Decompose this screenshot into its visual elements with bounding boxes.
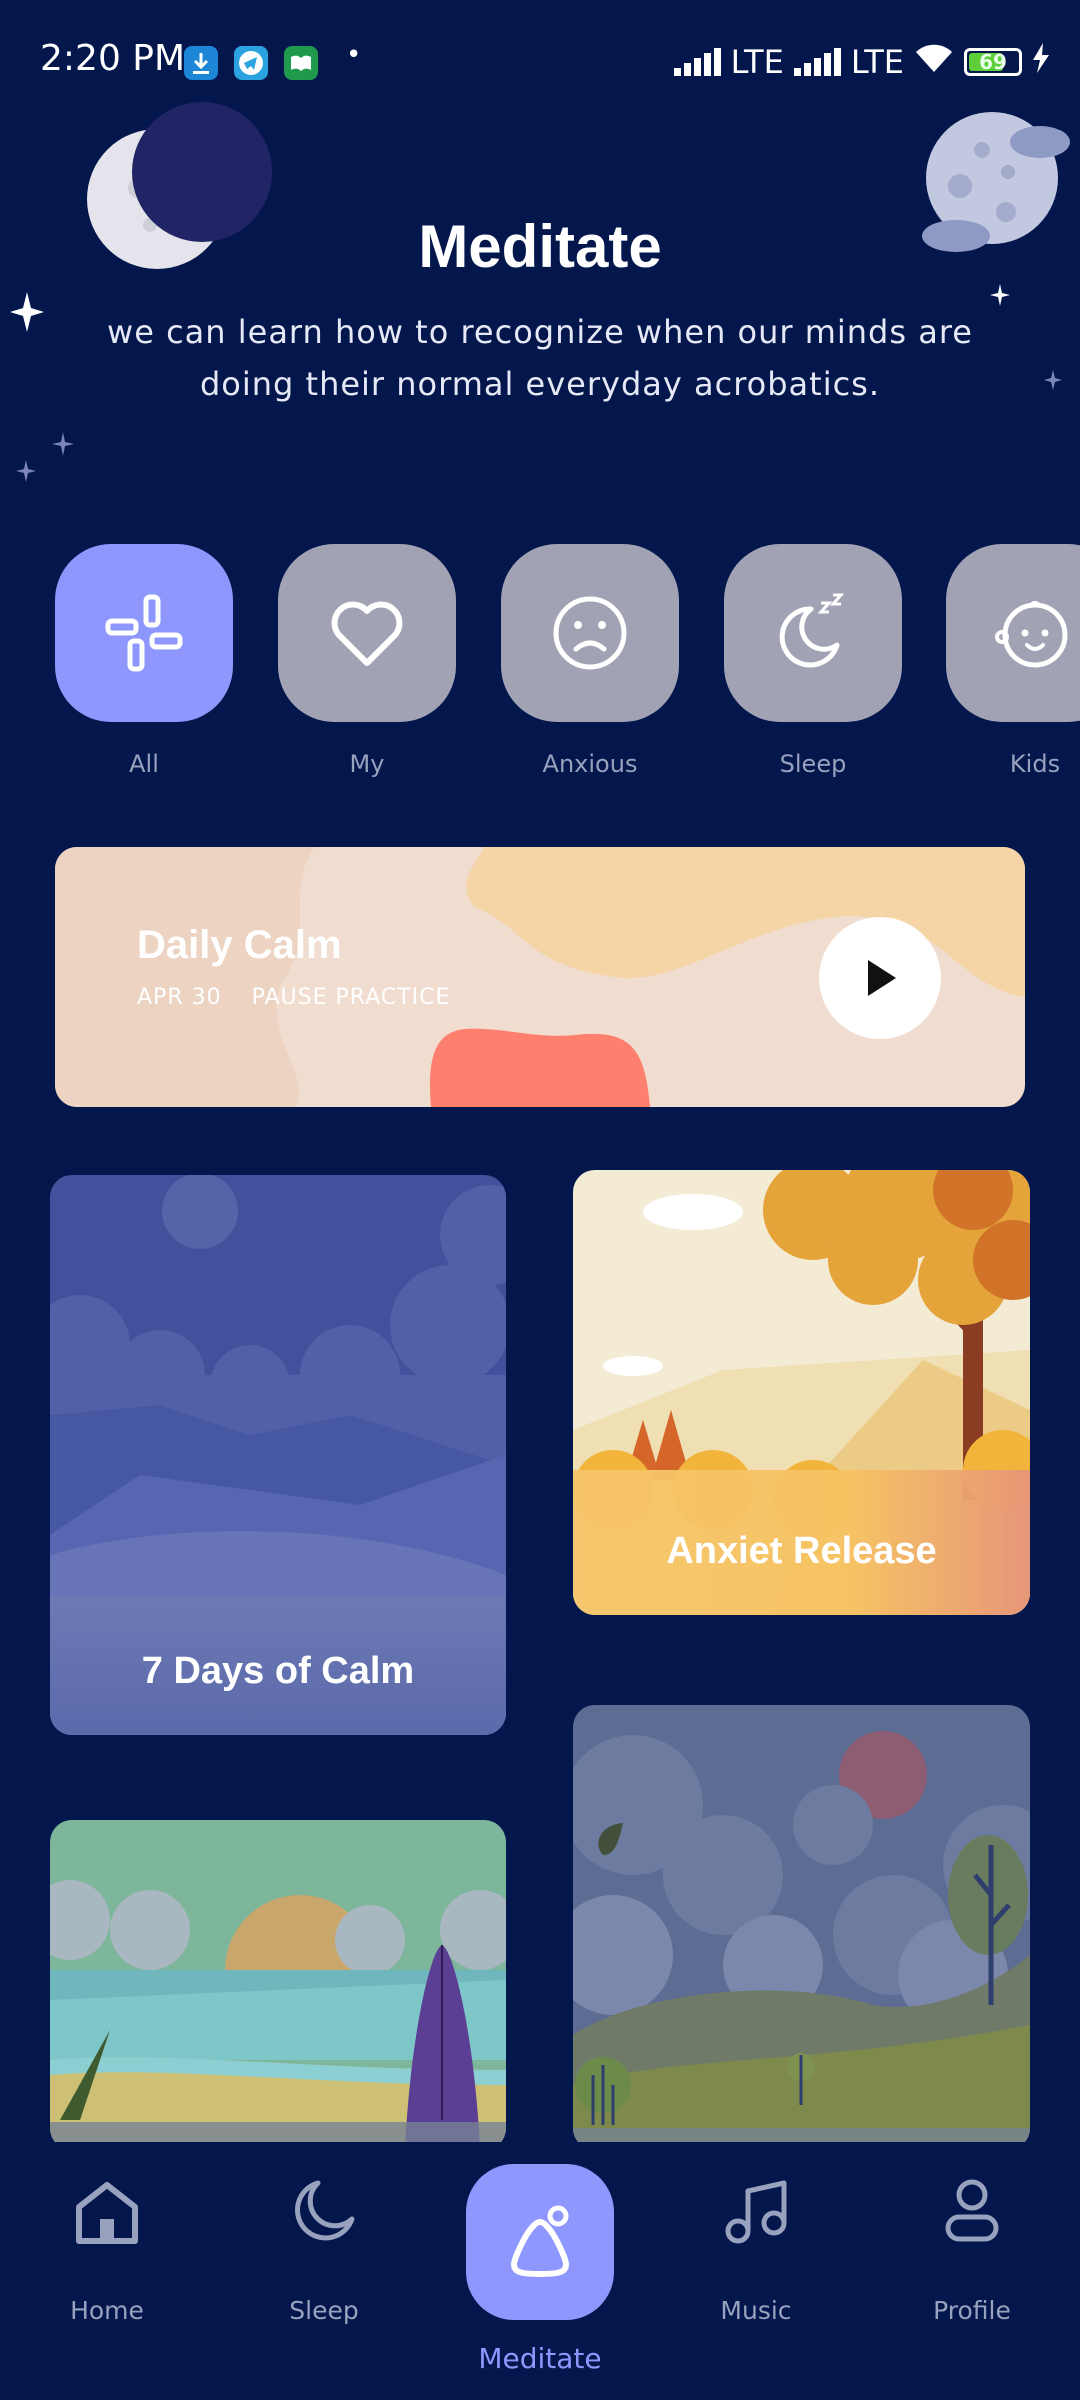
status-indicators: LTE LTE 69 xyxy=(673,40,1050,84)
star-decoration xyxy=(1044,370,1062,390)
book-notification-icon xyxy=(284,46,318,80)
daily-calm-date: APR 30 xyxy=(137,985,222,1010)
baby-face-icon xyxy=(995,601,1068,668)
daily-calm-meta: APR 30 PAUSE PRACTICE xyxy=(137,985,450,1010)
signal-icon-2 xyxy=(793,48,841,76)
wifi-icon xyxy=(914,42,954,82)
star-decoration xyxy=(16,460,36,482)
nav-home-label: Home xyxy=(70,2296,144,2325)
category-label: Anxious xyxy=(542,750,638,778)
star-decoration xyxy=(10,292,44,332)
category-all[interactable]: All xyxy=(55,544,233,778)
star-decoration xyxy=(52,432,74,456)
nav-profile-label: Profile xyxy=(933,2296,1011,2325)
page-subtitle: we can learn how to recognize when our m… xyxy=(107,313,973,403)
moon-icon xyxy=(279,2166,369,2256)
status-time: 2:20 PM xyxy=(40,38,186,79)
category-button[interactable] xyxy=(724,544,902,722)
category-label: Sleep xyxy=(779,750,847,778)
download-notification-icon xyxy=(184,46,218,80)
category-button[interactable] xyxy=(501,544,679,722)
category-label: My xyxy=(349,750,385,778)
nav-meditate[interactable] xyxy=(466,2164,614,2320)
music-icon xyxy=(711,2166,801,2256)
notification-dot: • xyxy=(346,40,362,70)
category-my[interactable]: My xyxy=(278,544,456,778)
category-button[interactable] xyxy=(55,544,233,722)
daily-calm-subtitle: PAUSE PRACTICE xyxy=(251,985,451,1010)
moon-zzz-icon xyxy=(779,593,845,668)
telegram-notification-icon xyxy=(234,46,268,80)
course-card-beach[interactable] xyxy=(50,1820,506,2150)
category-button[interactable] xyxy=(278,544,456,722)
course-card-7-days[interactable]: 7 Days of Calm xyxy=(50,1175,506,1735)
battery-icon: 69 xyxy=(964,48,1022,76)
sad-face-icon xyxy=(553,596,627,670)
home-icon xyxy=(62,2166,152,2256)
heart-icon xyxy=(331,601,403,666)
charging-icon xyxy=(1032,43,1050,81)
network-type-1: LTE xyxy=(730,43,784,81)
nav-home[interactable]: Home xyxy=(7,2166,207,2325)
play-icon xyxy=(868,960,896,996)
category-sleep[interactable]: Sleep xyxy=(724,544,902,778)
card-title: 7 Days of Calm xyxy=(141,1650,415,1692)
page-title: Meditate xyxy=(418,213,662,280)
card-illustration xyxy=(50,1820,506,2150)
profile-icon xyxy=(927,2166,1017,2256)
course-card-forest[interactable] xyxy=(573,1705,1030,2150)
category-button[interactable] xyxy=(946,544,1080,722)
star-decoration xyxy=(990,284,1010,306)
category-kids[interactable]: Kids xyxy=(946,544,1080,778)
network-type-2: LTE xyxy=(850,43,904,81)
nav-music-label: Music xyxy=(720,2296,792,2325)
category-anxious[interactable]: Anxious xyxy=(501,544,679,778)
nav-sleep[interactable]: Sleep xyxy=(224,2166,424,2325)
card-illustration xyxy=(573,1705,1030,2150)
nav-music[interactable]: Music xyxy=(656,2166,856,2325)
nav-profile[interactable]: Profile xyxy=(872,2166,1072,2325)
category-label: All xyxy=(129,750,159,778)
card-title: Anxiet Release xyxy=(666,1530,937,1572)
meditate-icon xyxy=(511,2205,569,2277)
daily-calm-title: Daily Calm xyxy=(137,923,342,967)
daily-calm-card[interactable]: Daily Calm APR 30 PAUSE PRACTICE xyxy=(55,847,1025,1107)
signal-icon xyxy=(673,48,721,76)
grid-icon xyxy=(105,594,183,672)
nav-sleep-label: Sleep xyxy=(289,2296,359,2325)
nav-meditate-label: Meditate xyxy=(478,2342,602,2375)
play-button[interactable] xyxy=(819,917,941,1039)
category-label: Kids xyxy=(1009,750,1061,778)
course-card-anxiety-release[interactable]: Anxiet Release xyxy=(573,1170,1030,1615)
